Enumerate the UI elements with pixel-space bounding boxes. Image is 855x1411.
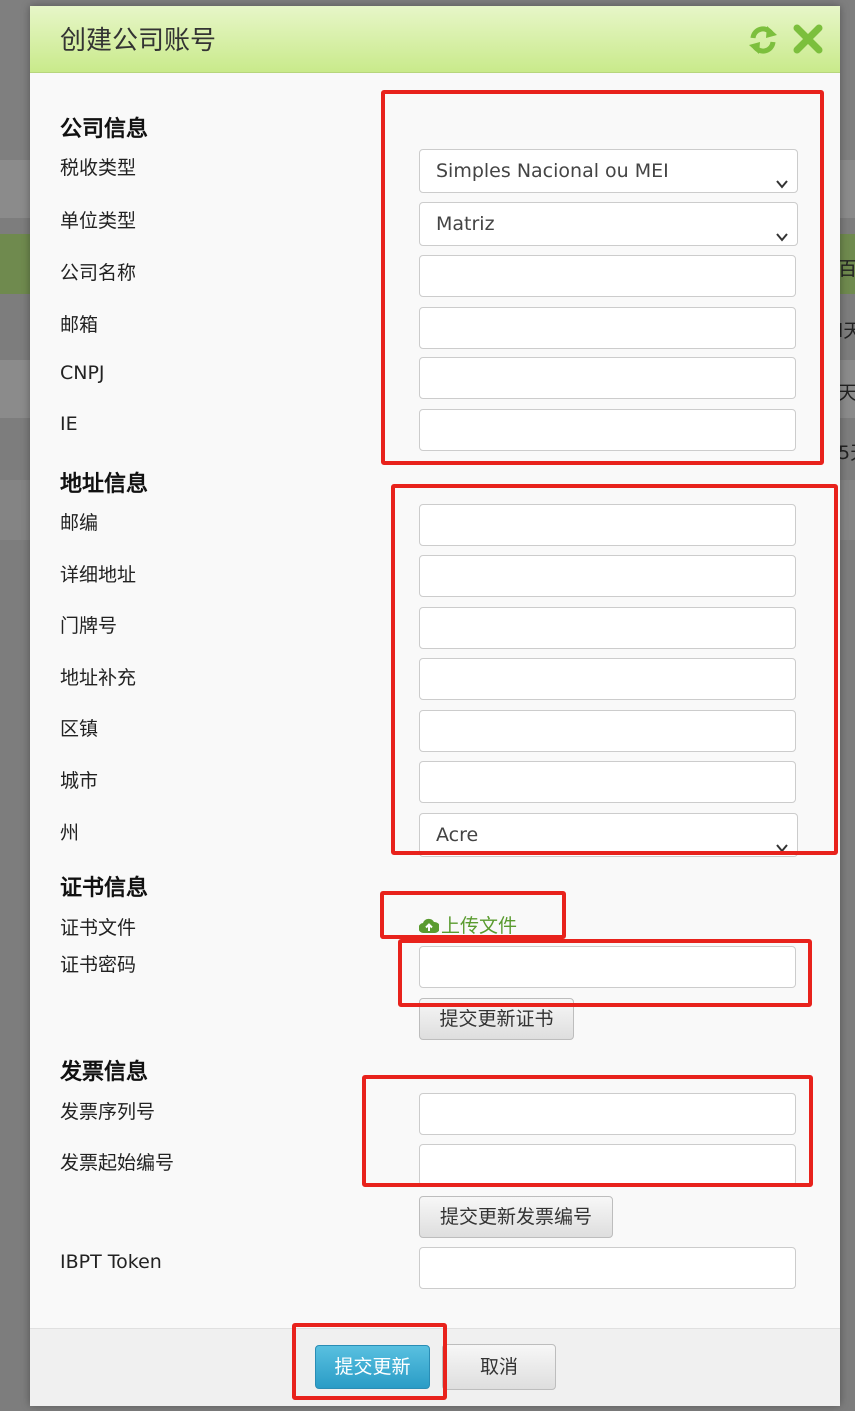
bg-text-fragment: 百 — [838, 258, 855, 280]
annotation-box-cert-password — [398, 939, 812, 1007]
refresh-icon[interactable] — [747, 24, 779, 60]
cnpj-label: CNPJ — [60, 362, 105, 384]
district-label: 区镇 — [60, 718, 99, 740]
dialog-title: 创建公司账号 — [60, 26, 217, 56]
bg-text-fragment: 天 — [838, 382, 855, 404]
unit-type-label: 单位类型 — [60, 210, 137, 232]
ibpt-token-input[interactable] — [419, 1247, 796, 1289]
cancel-button[interactable]: 取消 — [442, 1344, 556, 1390]
submit-invoice-number-button[interactable]: 提交更新发票编号 — [419, 1196, 613, 1238]
address-detail-label: 详细地址 — [60, 564, 137, 586]
tax-type-label: 税收类型 — [60, 157, 137, 179]
certificate-file-label: 证书文件 — [60, 917, 137, 939]
dialog-header: 创建公司账号 — [30, 6, 840, 73]
annotation-box-upload — [380, 891, 566, 939]
annotation-box-company — [381, 90, 824, 465]
state-label: 州 — [60, 822, 80, 844]
zip-label: 邮编 — [60, 512, 99, 534]
annotation-box-address — [391, 484, 838, 855]
annotation-box-submit — [292, 1323, 447, 1400]
close-icon[interactable] — [793, 24, 823, 58]
section-title-address: 地址信息 — [60, 472, 149, 497]
section-title-company: 公司信息 — [60, 117, 149, 142]
city-label: 城市 — [60, 770, 99, 792]
bg-text-fragment: l天 — [838, 320, 855, 342]
section-title-certificate: 证书信息 — [60, 876, 149, 901]
ibpt-token-label: IBPT Token — [60, 1251, 162, 1273]
company-name-label: 公司名称 — [60, 262, 137, 284]
house-number-label: 门牌号 — [60, 615, 118, 637]
bg-text-fragment: 5天 — [838, 442, 855, 464]
address-extra-label: 地址补充 — [60, 667, 137, 689]
invoice-series-label: 发票序列号 — [60, 1101, 156, 1123]
invoice-start-label: 发票起始编号 — [60, 1152, 175, 1174]
ie-label: IE — [60, 413, 78, 435]
annotation-box-invoice — [362, 1075, 813, 1187]
certificate-password-label: 证书密码 — [60, 954, 137, 976]
section-title-invoice: 发票信息 — [60, 1060, 149, 1085]
email-label: 邮箱 — [60, 314, 99, 336]
